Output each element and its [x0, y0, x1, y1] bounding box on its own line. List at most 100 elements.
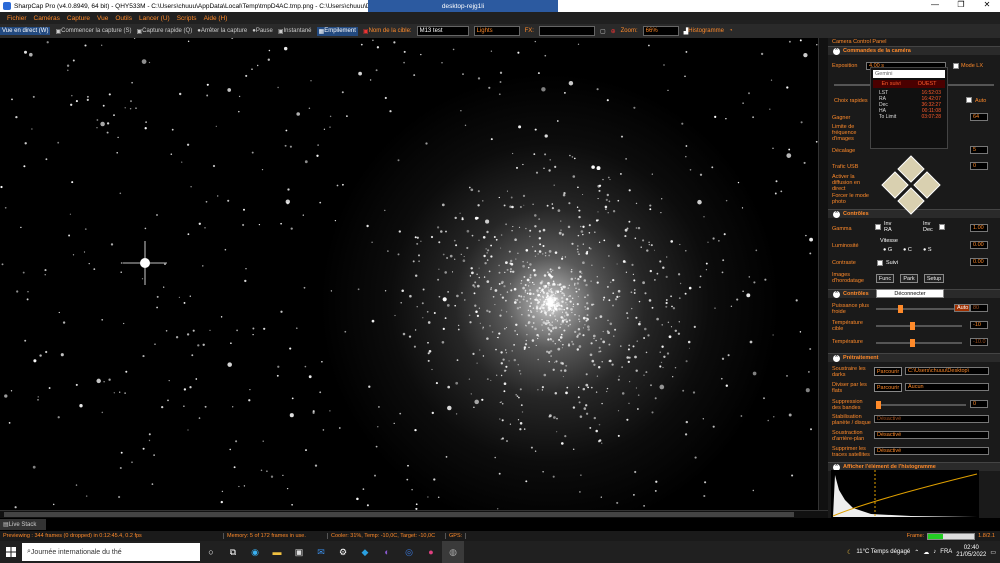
setup-button[interactable]: Setup	[924, 274, 944, 283]
auto-checkbox[interactable]	[966, 97, 972, 103]
menu-help[interactable]: Aide (H)	[204, 15, 228, 22]
cooling-auto-toggle[interactable]: Auto	[954, 304, 970, 312]
image-viewer[interactable]	[0, 38, 818, 510]
store-icon[interactable]: ▣	[288, 541, 310, 563]
gamma-input[interactable]: 1.00	[970, 224, 988, 232]
cooling-slider-knob[interactable]	[898, 305, 903, 313]
satellite-select[interactable]: Désactivé	[874, 447, 989, 455]
app-telescope-icon[interactable]: ◐	[376, 541, 398, 563]
menu-bar: Fichier Caméras Capture Vue Outils Lance…	[0, 12, 1000, 24]
start-button[interactable]	[0, 541, 22, 563]
stacking-button[interactable]: ▦ Empilement	[316, 26, 358, 36]
notifications-icon[interactable]: ▭	[990, 549, 996, 556]
horizontal-scrollbar[interactable]	[0, 510, 828, 518]
direction-east-button[interactable]	[913, 171, 941, 199]
banding-slider-knob[interactable]	[876, 401, 881, 409]
scrollbar-thumb[interactable]	[4, 512, 794, 517]
menu-file[interactable]: Fichier	[7, 15, 27, 22]
remote-desktop-bar[interactable]: desktop-rejg1li	[368, 0, 558, 12]
speed-g[interactable]: ● G	[883, 247, 892, 253]
target-name-input[interactable]: M13 test	[416, 26, 469, 36]
gain-input[interactable]: 64	[970, 113, 988, 121]
target-temp-slider[interactable]	[876, 322, 962, 330]
start-capture-button[interactable]: ▣ Commencer la capture (S)	[55, 28, 131, 35]
usb-input[interactable]: 0	[970, 162, 988, 170]
banding-slider[interactable]	[876, 401, 966, 409]
inv-dec-checkbox[interactable]	[939, 224, 945, 230]
menu-tools[interactable]: Outils	[115, 15, 132, 22]
offset-input[interactable]: 5	[970, 146, 988, 154]
taskbar-search[interactable]: ⌕ Journée internationale du thé	[22, 543, 200, 561]
cortana-icon[interactable]: ○	[200, 541, 222, 563]
disconnect-button[interactable]: Déconnecter	[876, 289, 944, 298]
mail-icon[interactable]: ✉	[310, 541, 332, 563]
quick-capture-button[interactable]: ▣ Capture rapide (Q)	[137, 28, 193, 35]
banding-input[interactable]: 0	[970, 400, 988, 408]
mini-histogram[interactable]	[831, 470, 979, 518]
app-color-icon[interactable]: ●	[420, 541, 442, 563]
language-indicator[interactable]: FRA	[940, 549, 952, 555]
speed-s[interactable]: ● S	[923, 247, 932, 253]
track-checkbox[interactable]	[877, 260, 883, 266]
dark-path-input[interactable]: C:\Users\chuuu\Desktop\	[905, 367, 989, 375]
cooling-slider[interactable]	[876, 305, 962, 313]
weather-text[interactable]: 11°C Temps dégagé	[856, 549, 910, 555]
menu-scripts[interactable]: Scripts	[177, 15, 197, 22]
target-temp-slider-knob[interactable]	[910, 322, 915, 330]
clock[interactable]: 02:40 21/05/2022	[956, 545, 986, 559]
maximize-button[interactable]: ❐	[948, 0, 974, 9]
file-explorer-icon[interactable]: ▬	[266, 541, 288, 563]
menu-cameras[interactable]: Caméras	[34, 15, 60, 22]
cooling-input[interactable]: 80	[970, 304, 988, 312]
close-button[interactable]: ✕	[974, 0, 1000, 9]
mount-select[interactable]: Gemini	[873, 70, 945, 78]
sharpcap-taskbar-icon[interactable]: ◍	[442, 541, 464, 563]
live-view-button[interactable]: Vue en direct (W)	[0, 27, 51, 35]
pause-button[interactable]: ● Pause	[252, 28, 273, 34]
app-blue-icon[interactable]: ◆	[354, 541, 376, 563]
tray-arrow-icon[interactable]: ⌃	[914, 549, 919, 556]
app-capture-icon[interactable]: ◎	[398, 541, 420, 563]
gamma-label: Gamma	[832, 226, 852, 232]
satellite-label: Supprimer les traces satellites	[832, 446, 870, 458]
reticle-icon[interactable]: ⊕	[611, 28, 616, 35]
contrast-input[interactable]: 0.00	[970, 258, 988, 266]
settings-gear-icon[interactable]: ⚙	[332, 541, 354, 563]
speaker-icon[interactable]: ♪	[933, 549, 936, 555]
dark-browse-button[interactable]: Parcourir	[874, 367, 902, 376]
snapshot-button[interactable]: ▣ Instantané	[278, 28, 312, 35]
target-temp-input[interactable]: -10	[970, 321, 988, 329]
section-camera-header[interactable]: ⌃ Commandes de la caméra	[828, 46, 1000, 55]
brightness-input[interactable]: 0.00	[970, 241, 988, 249]
inv-ra-checkbox[interactable]	[875, 224, 881, 230]
speed-c[interactable]: ● C	[903, 247, 912, 253]
windows-taskbar: ⌕ Journée internationale du thé ○ ⧉ ◉ ▬ …	[0, 541, 1000, 563]
section-preprocess-header[interactable]: ⌃ Prétraitement	[828, 353, 1000, 362]
lx-mode-checkbox[interactable]	[953, 63, 959, 69]
direction-north-button[interactable]	[897, 155, 925, 183]
direction-south-button[interactable]	[897, 187, 925, 215]
edge-icon[interactable]: ◉	[244, 541, 266, 563]
flat-input[interactable]: Aucun	[905, 383, 989, 391]
frame-type-select[interactable]: Lights	[473, 26, 520, 36]
func-button[interactable]: Func	[876, 274, 894, 283]
vertical-scrollbar[interactable]	[818, 38, 828, 510]
flat-browse-button[interactable]: Parcourir	[874, 383, 902, 392]
menu-launch[interactable]: Lancer (U)	[139, 15, 170, 22]
stop-capture-button[interactable]: ● Arrêter la capture	[197, 28, 247, 34]
live-stack-tab[interactable]: ▤ Live Stack	[0, 519, 46, 530]
stabilize-select[interactable]: Désactivé	[874, 415, 989, 423]
fx-select[interactable]	[538, 26, 595, 36]
network-icon[interactable]: ☁	[923, 549, 929, 556]
direction-west-button[interactable]	[881, 171, 909, 199]
park-button[interactable]: Park	[900, 274, 918, 283]
fx-settings-icon[interactable]: ▢	[600, 28, 606, 35]
task-view-icon[interactable]: ⧉	[222, 541, 244, 563]
bg-subtract-select[interactable]: Désactivé	[874, 431, 989, 439]
menu-view[interactable]: Vue	[97, 15, 108, 22]
menu-capture[interactable]: Capture	[67, 15, 90, 22]
zoom-select[interactable]: 66%	[642, 26, 679, 36]
timer-icon[interactable]: ◔	[729, 28, 733, 34]
minimize-button[interactable]: —	[922, 0, 948, 9]
histogram-button[interactable]: ▟ Histogramme	[684, 28, 724, 35]
